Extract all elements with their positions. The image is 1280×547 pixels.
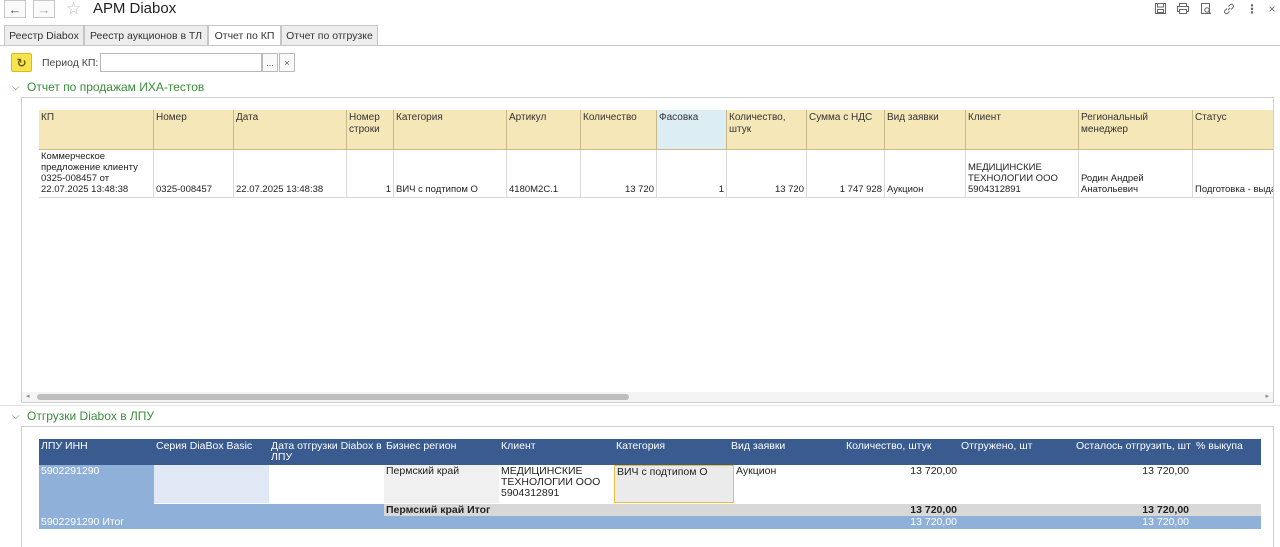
col-percent: % выкупа [1196,440,1243,452]
col-shipped: Отгружено, шт [961,440,1033,452]
arrow-right-icon: → [37,1,51,17]
sales-section-header[interactable]: ⌵ Отчет по продажам ИХА-тестов [12,80,204,94]
cell-client[interactable]: МЕДИЦИНСКИЕ ТЕХНОЛОГИИ ООО 5904312891 [499,465,614,503]
cell-manager: Родин Андрей Анатольевич [1079,150,1193,198]
col-category: Категория [616,440,666,452]
scroll-right-icon[interactable]: ▸ [1265,392,1269,402]
close-icon[interactable]: × [1264,1,1280,16]
back-button[interactable]: ← [4,0,26,18]
link-icon[interactable] [1221,1,1237,16]
cell-client: МЕДИЦИНСКИЕ ТЕХНОЛОГИИ ООО 5904312891 [966,150,1079,198]
shipments-report[interactable]: ЛПУ ИНН Серия DiaBox Basic Дата отгрузки… [21,426,1274,547]
period-label: Период КП: [42,57,99,69]
col-serie: Серия DiaBox Basic [156,440,253,452]
scroll-left-icon[interactable]: ◂ [26,392,30,402]
cell-shipped[interactable] [959,465,1074,503]
subtotal-qty: 13 720,00 [910,504,957,516]
preview-icon[interactable] [1198,1,1214,16]
cell-request-type[interactable]: Аукцион [734,465,844,503]
cell-article: 4180М2С.1 [507,150,581,198]
cell-request-type: Аукцион [885,150,966,198]
col-article[interactable]: Артикул [507,110,581,150]
col-qty-pcs[interactable]: Количество, штук [727,110,807,150]
col-remaining: Осталось отгрузить, шт [1076,440,1191,452]
chevron-down-icon: ⌵ [12,410,20,422]
col-pack[interactable]: Фасовка [657,110,727,150]
period-clear-button[interactable]: × [279,53,295,72]
cell-status: Подготовка - выда [1193,150,1273,198]
col-sum-vat[interactable]: Сумма с НДС [807,110,885,150]
col-status[interactable]: Статус [1193,110,1273,150]
col-manager[interactable]: Региональный менеджер [1079,110,1193,150]
cell-qty-pcs: 13 720 [727,150,807,198]
shipments-section-title: Отгрузки Diabox в ЛПУ [27,409,155,423]
col-lpu-inn: ЛПУ ИНН [41,440,88,452]
col-client[interactable]: Клиент [966,110,1079,150]
sales-report-grid[interactable]: КП Номер Дата Номер строки Категория Арт… [21,97,1274,403]
tabs-divider [0,45,1280,46]
cell-line-number: 1 [347,150,394,198]
total-qty: 13 720,00 [910,516,957,528]
tab-diabox-registry[interactable]: Реестр Diabox [4,25,84,45]
col-quantity[interactable]: Количество [581,110,657,150]
section-divider [0,405,1280,406]
app-title: АРМ Diabox [93,0,177,17]
tab-kp-report[interactable]: Отчет по КП [208,25,281,46]
cell-ship-date[interactable] [269,465,384,503]
cell-quantity: 13 720 [581,150,657,198]
col-region: Бизнес регион [386,440,457,452]
col-line-number[interactable]: Номер строки [347,110,394,150]
cell-category: ВИЧ с подтипом О [394,150,507,198]
col-date[interactable]: Дата [234,110,347,150]
sales-section-title: Отчет по продажам ИХА-тестов [27,80,205,94]
subtotal-label: Пермский край Итог [386,504,491,516]
tab-bar: Реестр Diabox Реестр аукционов в ТЛ Отче… [0,25,1280,46]
cell-serie[interactable] [154,465,269,503]
col-client: Клиент [501,440,536,452]
chevron-down-icon: ⌵ [12,81,20,93]
table-row[interactable]: 5902291290 Пермский край МЕДИЦИНСКИЕ ТЕХ… [39,465,1261,528]
cell-number: 0325-008457 [154,150,234,198]
col-ship-date: Дата отгрузки Diabox в ЛПУ [271,440,382,463]
period-select-button[interactable]: ... [262,53,278,72]
save-icon[interactable] [1152,1,1168,16]
cell-sum-vat: 1 747 928 [807,150,885,198]
col-request-type: Вид заявки [731,440,786,452]
total-label: 5902291290 Итог [41,516,125,528]
cell-date: 22.07.2025 13:48:38 [234,150,347,198]
forward-button[interactable]: → [33,0,55,18]
refresh-icon: ↻ [16,55,27,70]
shipments-header: ЛПУ ИНН Серия DiaBox Basic Дата отгрузки… [39,439,1261,465]
favorite-star-icon[interactable]: ☆ [66,0,81,19]
cell-pack: 1 [657,150,727,198]
period-input[interactable] [100,53,262,72]
region-subtotal-row[interactable]: Пермский край Итог 13 720,00 13 720,00 [39,504,1261,516]
inn-total-row[interactable]: 5902291290 Итог 13 720,00 13 720,00 [39,516,1261,529]
more-icon[interactable]: ⋮ [1244,1,1260,16]
tab-shipment-report[interactable]: Отчет по отгрузке [281,25,378,45]
cell-kp: Коммерческое предложение клиенту 0325-00… [39,150,154,198]
total-remaining: 13 720,00 [1142,516,1189,528]
tab-auction-registry[interactable]: Реестр аукционов в ТЛ [84,25,208,45]
shipments-section-header[interactable]: ⌵ Отгрузки Diabox в ЛПУ [12,409,154,423]
title-bar: ← → ☆ АРМ Diabox ⋮ × [0,0,1280,20]
col-kp[interactable]: КП [39,110,154,150]
cell-region[interactable]: Пермский край [384,465,499,503]
scrollbar-thumb[interactable] [37,394,629,400]
cell-category[interactable]: ВИЧ с подтипом О [614,465,734,503]
col-request-type[interactable]: Вид заявки [885,110,966,150]
cell-percent[interactable] [1194,465,1261,503]
col-number[interactable]: Номер [154,110,234,150]
arrow-left-icon: ← [8,1,22,17]
subtotal-inn-fill [39,504,384,516]
print-icon[interactable] [1175,1,1191,16]
cell-qty[interactable]: 13 720,00 [844,465,959,503]
cell-remaining[interactable]: 13 720,00 [1074,465,1191,503]
horizontal-scrollbar[interactable]: ◂ ▸ [22,392,1273,402]
refresh-button[interactable]: ↻ [11,53,32,72]
col-category[interactable]: Категория [394,110,507,150]
subtotal-remaining: 13 720,00 [1142,504,1189,516]
col-qty: Количество, штук [846,440,932,452]
